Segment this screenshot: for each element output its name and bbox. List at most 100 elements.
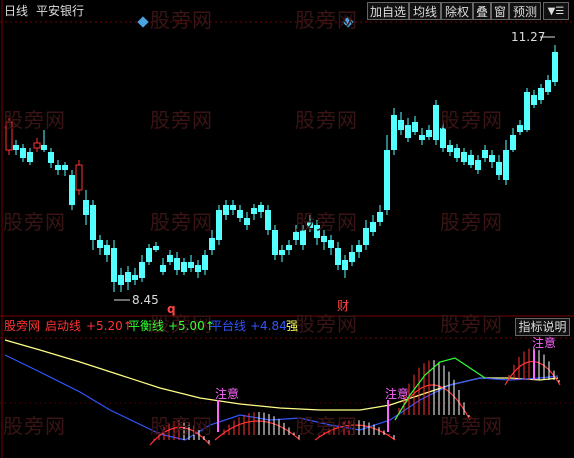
candle-down [139, 262, 145, 278]
moving-average-button[interactable]: 均线 [409, 2, 441, 20]
candle-down [447, 145, 453, 152]
candle-down [251, 208, 257, 214]
add-watchlist-button[interactable]: 加自选 [367, 2, 409, 20]
candle-down [90, 205, 96, 240]
date-marker-icon [137, 16, 149, 28]
candle-down [384, 150, 390, 210]
candle-down [146, 248, 152, 262]
watermark: 股旁网 [3, 108, 66, 132]
indicator-red-curve [504, 360, 561, 386]
stock-name: 平安银行 [36, 4, 85, 18]
menu-icon[interactable]: ▼☰ [543, 2, 569, 20]
candle-down [237, 210, 243, 218]
candle-down [55, 165, 61, 170]
candle-down [223, 205, 229, 215]
watermark: 股旁网 [295, 108, 358, 132]
watermark: 股旁网 [150, 210, 213, 234]
indicator-balance-value: +5.00↑ [168, 319, 215, 333]
candle-down [398, 120, 404, 130]
note-label: 注意 [215, 387, 240, 401]
candle-down [517, 125, 523, 132]
candle-down [41, 145, 47, 150]
candle-down [48, 152, 54, 163]
candle-down [482, 150, 488, 158]
watermark: 股旁网 [440, 312, 503, 336]
candle-down [111, 248, 117, 282]
candle-down [258, 205, 264, 212]
candle-down [405, 125, 411, 138]
candle-down [27, 152, 33, 162]
watermark: 股旁网 [150, 414, 213, 438]
candle-down [244, 218, 250, 225]
candle-up [33, 142, 41, 149]
watermark: 股旁网 [440, 108, 503, 132]
candle-down [433, 105, 439, 140]
candle-down [209, 238, 215, 250]
overlay-button[interactable]: 叠 [473, 2, 491, 20]
candle-down [356, 245, 362, 252]
candle-down [272, 230, 278, 255]
candle-down [531, 95, 537, 105]
candle-down [510, 135, 516, 150]
window-button[interactable]: 窗 [491, 2, 509, 20]
candle-down [328, 240, 334, 248]
indicator-platform-value: +4.84 [250, 319, 287, 333]
candle-down [69, 175, 75, 205]
candle-down [321, 236, 327, 242]
watermark: 股旁网 [3, 414, 66, 438]
candle-down [342, 260, 348, 270]
candle-down [188, 262, 194, 268]
candle-down [104, 245, 110, 255]
watermark: 股旁网 [440, 414, 503, 438]
candle-down [335, 248, 341, 265]
candle-down [363, 228, 369, 245]
candle-down [377, 212, 383, 222]
candle-down [62, 165, 68, 170]
period-label[interactable]: 日线 [4, 4, 28, 18]
yellow-indicator-line [4, 339, 559, 411]
candle-down [279, 250, 285, 255]
candle-down [230, 205, 236, 210]
watermark: 股旁网 [150, 8, 213, 32]
watermark: 股旁网 [295, 210, 358, 234]
indicator-start-label: 启动线 [45, 319, 82, 333]
indicator-name[interactable]: 股旁网 [4, 319, 40, 333]
candle-down [538, 88, 544, 100]
candle-down [118, 275, 124, 285]
indicator-start-value: +5.20↑ [86, 319, 133, 333]
candle-down [174, 258, 180, 270]
candle-down [454, 148, 460, 158]
indicator-red-curve [214, 420, 301, 441]
candle-down [20, 148, 26, 158]
candle-down [545, 80, 551, 92]
candle-down [167, 255, 173, 262]
note-label: 注意 [532, 336, 557, 350]
candle-down [475, 160, 481, 170]
watermark: 股旁网 [150, 108, 213, 132]
candle-down [132, 275, 138, 280]
candle-down [468, 155, 474, 165]
ex-rights-button[interactable]: 除权 [441, 2, 473, 20]
candle-down [524, 92, 530, 130]
candle-down [391, 115, 397, 150]
candle-down [160, 265, 166, 272]
candle-down [461, 152, 467, 162]
chart-stage[interactable]: 股旁网 股旁网 股旁网 股旁网 股旁网 股旁网 股旁网 股旁网 股旁网 股旁网 … [0, 0, 574, 458]
candle-down [216, 210, 222, 240]
indicator-platform-label: 平台线 [210, 319, 247, 333]
candle-down [419, 135, 425, 140]
candle-down [97, 240, 103, 248]
candle-down [125, 272, 131, 282]
candle-down [195, 265, 201, 272]
candle-down [13, 145, 19, 150]
indicator-strong-label: 强 [286, 319, 299, 333]
forecast-button[interactable]: 预测 [509, 2, 541, 20]
candle-down [412, 122, 418, 132]
candle-down [286, 245, 292, 250]
indicator-help-button[interactable]: 指标说明 [515, 318, 570, 336]
candle-down [202, 255, 208, 270]
candle-down [153, 246, 159, 250]
event-marker-finance[interactable]: 财 [337, 299, 349, 313]
watermark: 股旁网 [295, 8, 358, 32]
event-marker-q[interactable]: q [167, 302, 176, 316]
